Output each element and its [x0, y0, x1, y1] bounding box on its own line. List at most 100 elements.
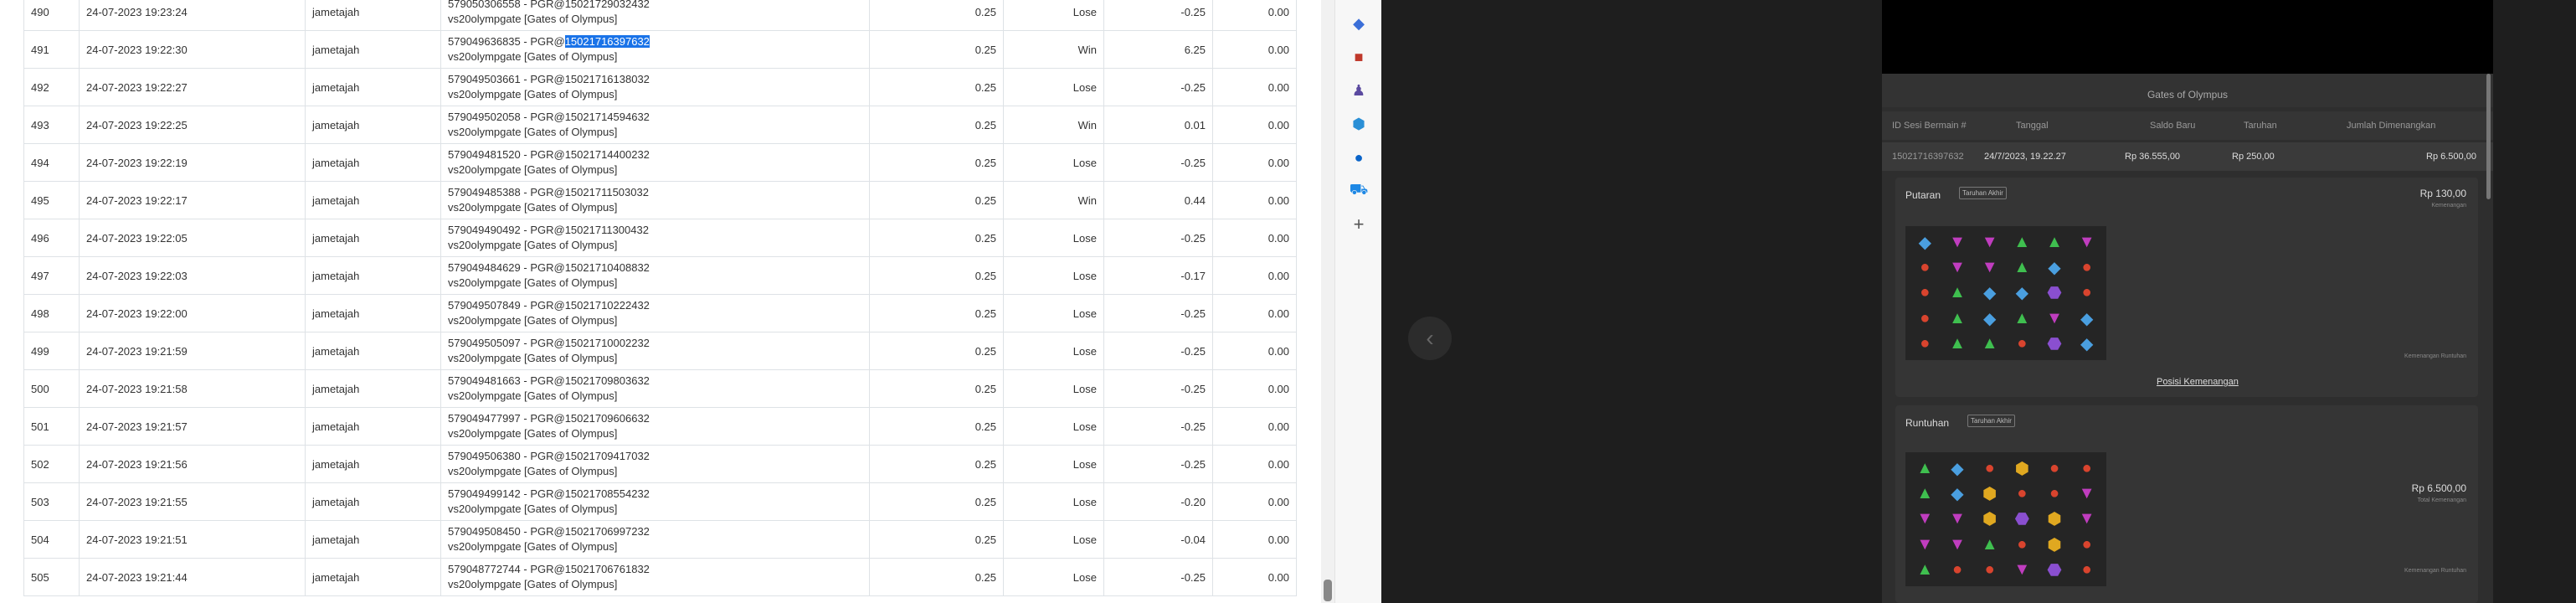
- violet-gem-icon: ⬣: [2047, 284, 2062, 303]
- cell-result: Win: [1003, 106, 1104, 144]
- header-session-id: ID Sesi Bermain #: [1892, 121, 1967, 131]
- ref-prefix: 579050306558 - PGR@: [448, 0, 565, 10]
- table-row: 499 24-07-2023 19:21:59 jametajah 579049505…: [23, 332, 1297, 370]
- cell-balance: 0.00: [1212, 558, 1297, 596]
- cell-game: 579049481520 - PGR@15021714400232 vs20oly…: [440, 143, 870, 182]
- game-name: vs20olympgate [Gates of Olympus]: [448, 50, 618, 63]
- cell-username: jametajah: [305, 520, 441, 559]
- spin-badge: Taruhan Akhir: [1959, 187, 2007, 199]
- vertical-scrollbar[interactable]: [1321, 0, 1334, 603]
- cell-date: 24-07-2023 19:22:25: [79, 106, 306, 144]
- cell-balance: 0.00: [1212, 181, 1297, 219]
- green-gem-icon: ▲: [2013, 258, 2031, 277]
- cell-bet: 0.25: [869, 294, 1004, 332]
- red-gem-icon: ●: [2081, 534, 2092, 554]
- ref-id: 15021714400232: [564, 148, 650, 161]
- cell-result: Lose: [1003, 520, 1104, 559]
- cell-amount: -0.25: [1103, 0, 1213, 31]
- m365-icon[interactable]: ⬢: [1347, 112, 1370, 136]
- selected-ref-id: 15021716397632: [564, 35, 650, 48]
- ref-id: 15021729032432: [564, 0, 650, 10]
- game-name: vs20olympgate [Gates of Olympus]: [448, 352, 618, 364]
- cell-amount: -0.25: [1103, 445, 1213, 483]
- ref-prefix: 579049636835 - PGR@: [448, 35, 565, 48]
- green-gem-icon: ▲: [1981, 534, 1998, 554]
- ref-id: 15021709606632: [564, 412, 650, 425]
- toolbox-icon[interactable]: ■: [1347, 45, 1370, 69]
- cell-result: Lose: [1003, 68, 1104, 106]
- cell-game: 579049485388 - PGR@15021711503032 vs20oly…: [440, 181, 870, 219]
- shopping-icon[interactable]: ⛟: [1347, 179, 1370, 203]
- ref-id: 15021706761832: [564, 563, 650, 575]
- ref-id: 15021709803632: [564, 374, 650, 387]
- table-row: 494 24-07-2023 19:22:19 jametajah 579049481…: [23, 143, 1297, 182]
- cell-game: 579048772744 - PGR@15021706761832 vs20oly…: [440, 558, 870, 596]
- cell-bet: 0.25: [869, 30, 1004, 69]
- cell-amount: -0.04: [1103, 520, 1213, 559]
- ref-id: 15021710408832: [564, 261, 650, 274]
- cell-amount: -0.25: [1103, 294, 1213, 332]
- cell-bet: 0.25: [869, 143, 1004, 182]
- purple-gem-icon: ▼: [1949, 258, 1966, 277]
- plus-icon[interactable]: +: [1347, 213, 1370, 236]
- blue-gem-icon: ◆: [2015, 284, 2029, 303]
- header-bet: Taruhan: [2244, 121, 2277, 131]
- cell-balance: 0.00: [1212, 30, 1297, 69]
- cell-result: Lose: [1003, 143, 1104, 182]
- cell-username: jametajah: [305, 332, 441, 370]
- cell-balance: 0.00: [1212, 407, 1297, 446]
- table-row: 496 24-07-2023 19:22:05 jametajah 579049490…: [23, 219, 1297, 257]
- game-name: vs20olympgate [Gates of Olympus]: [448, 389, 618, 402]
- blue-gem-icon: ◆: [1982, 284, 1997, 303]
- cell-date: 24-07-2023 19:22:19: [79, 143, 306, 182]
- cell-username: jametajah: [305, 0, 441, 31]
- red-gem-icon: ●: [2081, 283, 2092, 302]
- winning-positions-link[interactable]: Posisi Kemenangan: [2157, 377, 2239, 387]
- table-row: 502 24-07-2023 19:21:56 jametajah 579049506…: [23, 445, 1297, 483]
- cell-game: 579049636835 - PGR@15021716397632 vs20oly…: [440, 30, 870, 69]
- ref-prefix: 579049507849 - PGR@: [448, 299, 565, 312]
- cell-no: 505: [23, 558, 80, 596]
- spin-title: Putaran: [1905, 189, 1941, 201]
- ref-prefix: 579049499142 - PGR@: [448, 487, 565, 500]
- ref-prefix: 579049481663 - PGR@: [448, 374, 565, 387]
- outlook-icon[interactable]: ●: [1347, 146, 1370, 169]
- cell-no: 495: [23, 181, 80, 219]
- cell-bet: Rp 250,00: [2232, 152, 2275, 162]
- scrollbar-thumb[interactable]: [1324, 580, 1332, 601]
- ref-prefix: 579049508450 - PGR@: [448, 525, 565, 538]
- cell-session-id: 15021716397632: [1892, 152, 1964, 162]
- game-name: vs20olympgate [Gates of Olympus]: [448, 201, 618, 214]
- cell-no: 494: [23, 143, 80, 182]
- cell-result: Lose: [1003, 332, 1104, 370]
- game-name: vs20olympgate [Gates of Olympus]: [448, 239, 618, 251]
- green-gem-icon: ▲: [1949, 334, 1966, 353]
- red-gem-icon: ●: [2017, 534, 2028, 554]
- screenshot-scrollbar[interactable]: [2486, 74, 2491, 199]
- cell-game: 579049507849 - PGR@15021710222432 vs20oly…: [440, 294, 870, 332]
- blue-gem-icon: ◆: [1951, 459, 1964, 478]
- cell-date: 24-07-2023 19:21:55: [79, 482, 306, 521]
- cell-balance: 0.00: [1212, 68, 1297, 106]
- table-row: 498 24-07-2023 19:22:00 jametajah 579049507…: [23, 294, 1297, 332]
- green-gem-icon: ▲: [2046, 232, 2063, 251]
- previous-arrow-icon[interactable]: ‹: [1408, 317, 1452, 360]
- tag-icon[interactable]: ◆: [1347, 12, 1370, 35]
- cell-game: 579050306558 - PGR@15021729032432 vs20oly…: [440, 0, 870, 31]
- table-row: 497 24-07-2023 19:22:03 jametajah 579049484…: [23, 256, 1297, 295]
- cell-date: 24-07-2023 19:21:58: [79, 369, 306, 408]
- cell-bet: 0.25: [869, 332, 1004, 370]
- game-name: vs20olympgate [Gates of Olympus]: [448, 88, 618, 100]
- game-title: Gates of Olympus: [1882, 74, 2493, 107]
- ref-id: 15021711300432: [564, 224, 649, 236]
- ref-prefix: 579049485388 - PGR@: [448, 186, 565, 198]
- header-date: Tanggal: [2016, 121, 2049, 131]
- cell-no: 496: [23, 219, 80, 257]
- cell-balance: Rp 36.555,00: [2125, 152, 2181, 162]
- cell-bet: 0.25: [869, 0, 1004, 31]
- cell-bet: 0.25: [869, 445, 1004, 483]
- green-gem-icon: ▲: [1949, 308, 1966, 327]
- cell-result: Lose: [1003, 369, 1104, 408]
- red-gem-icon: ●: [1920, 308, 1931, 327]
- chess-icon[interactable]: ♟: [1347, 79, 1370, 102]
